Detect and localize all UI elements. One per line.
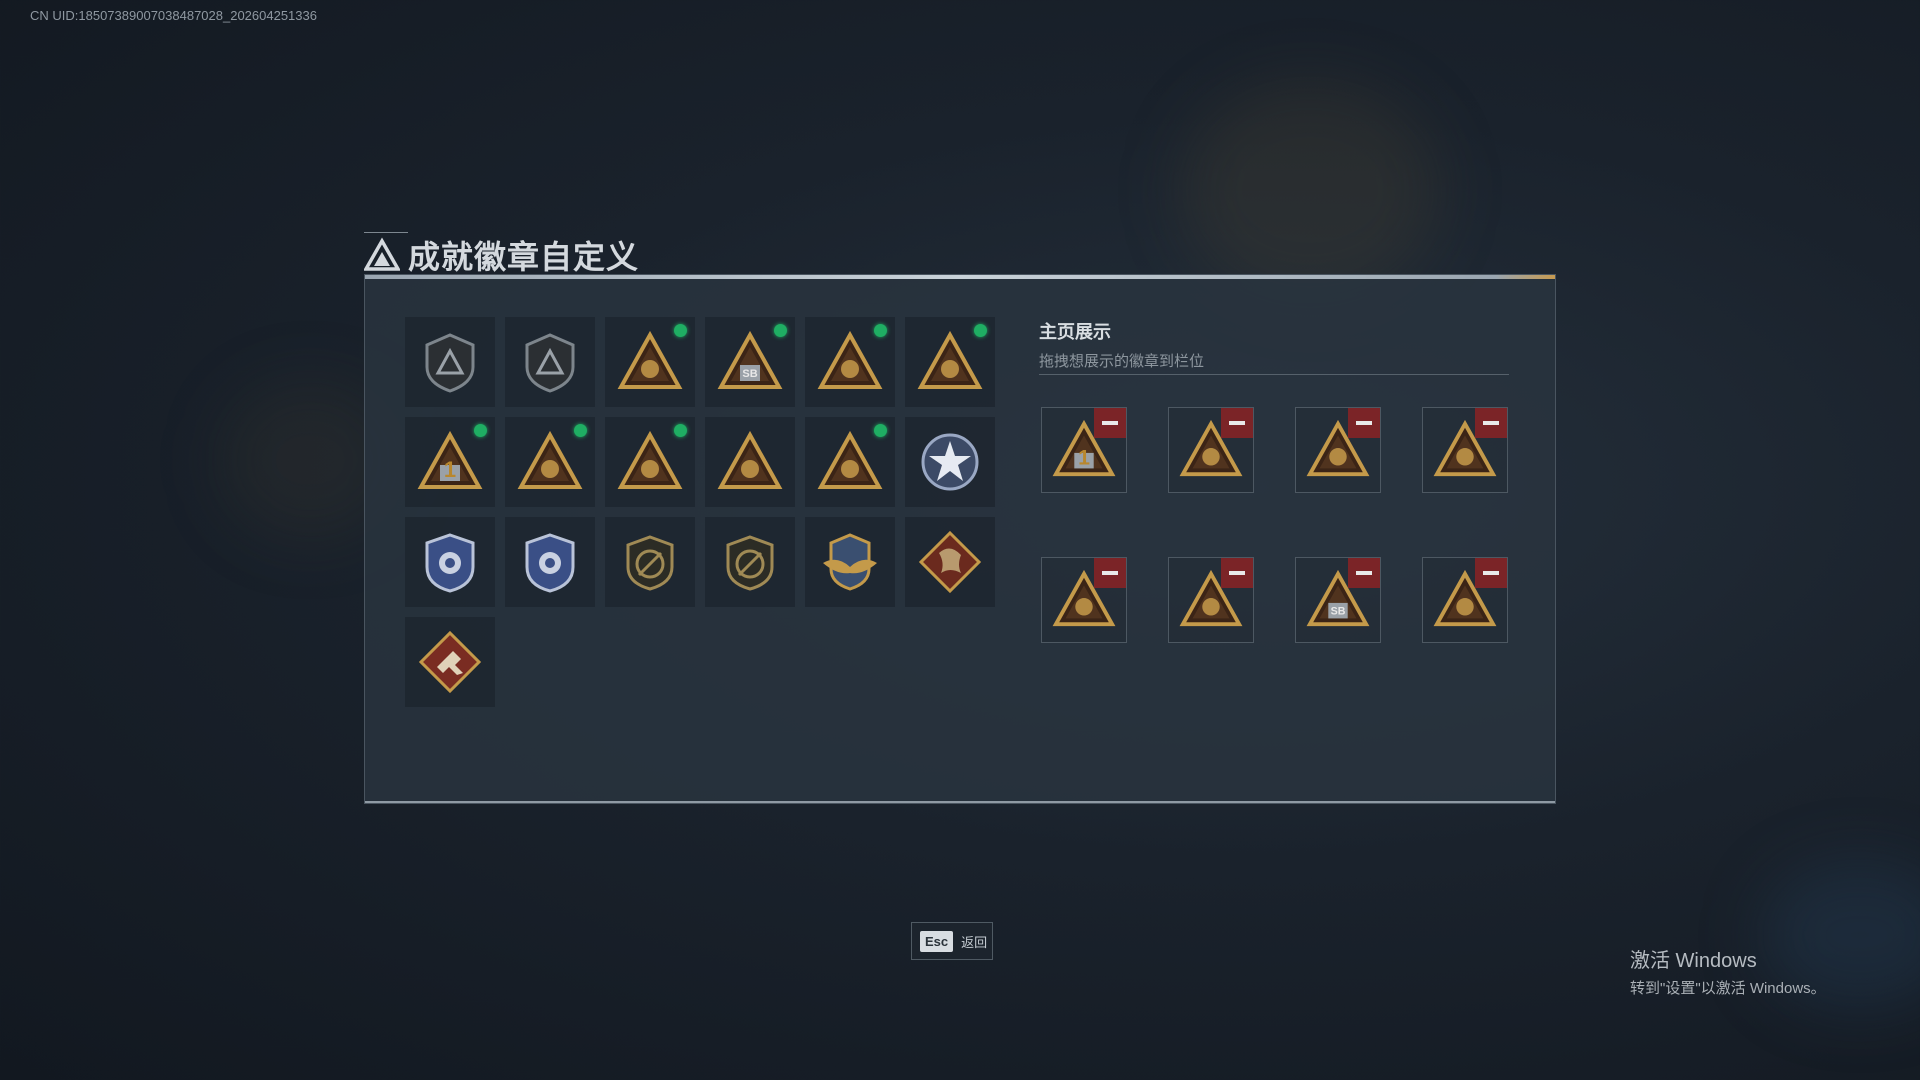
rocket-triangle-icon [817,430,883,489]
uid-text: CN UID:1850738900703848​7028_20260425133… [30,8,317,23]
new-indicator-dot [874,424,887,437]
svg-text:1: 1 [1078,446,1090,470]
display-slot[interactable] [1168,407,1254,493]
new-indicator-dot [574,424,587,437]
dragon-diamond-icon [918,530,982,594]
minus-icon [1356,421,1372,425]
minus-icon [1229,571,1245,575]
remove-badge-button[interactable] [1221,408,1253,438]
back-button[interactable]: Esc 返回 [911,922,993,960]
shield-triangle-emblem-icon [425,333,475,393]
minus-icon [1483,421,1499,425]
soldier-rifles-triangle-icon [817,330,883,389]
watermark-line-1: 激活 Windows [1630,950,1757,972]
badge-cell[interactable] [505,417,595,507]
page-title: 成就徽章自定义 [408,239,640,275]
display-slot[interactable]: 1 [1041,407,1127,493]
blue-eagle-shield-icon [525,533,575,593]
badge-inventory-grid: SB 1 [405,317,995,707]
remove-badge-button[interactable] [1348,558,1380,588]
new-indicator-dot [674,324,687,337]
back-label: 返回 [961,934,988,950]
new-indicator-dot [874,324,887,337]
badge-cell[interactable] [805,417,895,507]
badge-cell[interactable] [405,517,495,607]
homepage-display-header: 主页展示 拖拽想展示的徽章到栏位 [1039,318,1204,371]
badge-cell[interactable] [905,417,995,507]
badge-customize-panel: SB 1 主页展示 拖拽想展示的徽章到栏位 1 SB [364,274,1556,804]
badge-cell[interactable] [705,517,795,607]
svg-text:SB: SB [742,368,757,380]
lion-wreath-triangle-icon [617,430,683,489]
badge-cell[interactable] [905,517,995,607]
operators-group-triangle-icon [717,430,783,489]
remove-badge-button[interactable] [1475,558,1507,588]
remove-badge-button[interactable] [1094,408,1126,438]
badge-cell[interactable] [605,417,695,507]
watermark-line-2: 转到"设置"以激活 Windows。 [1630,980,1826,997]
new-indicator-dot [674,424,687,437]
header-tick [364,232,408,233]
svg-text:1: 1 [444,457,456,482]
badge-cell[interactable] [605,317,695,407]
display-slot[interactable]: SB [1295,557,1381,643]
page-header: 成就徽章自定义 [364,232,639,278]
runner-diamond-icon [418,630,482,694]
badge-cell[interactable] [405,617,495,707]
minus-icon [1102,571,1118,575]
display-title: 主页展示 [1039,322,1111,342]
panel-bottom-line [365,801,1555,803]
badge-cell[interactable] [505,517,595,607]
esc-key-hint: Esc [920,930,954,952]
delta-logo-icon [364,237,400,271]
badge-cell[interactable]: 1 [405,417,495,507]
minus-icon [1483,571,1499,575]
remove-badge-button[interactable] [1475,408,1507,438]
display-slot[interactable] [1041,557,1127,643]
minus-icon [1356,571,1372,575]
badge-cell[interactable] [805,317,895,407]
background-glow [1180,80,1440,300]
helicopter-shield-icon [525,333,575,393]
new-indicator-dot [774,324,787,337]
display-slot[interactable] [1168,557,1254,643]
star-wreath-medal-icon [921,433,979,491]
blue-police-shield-icon [425,533,475,593]
number-one-triangle-icon: 1 [417,430,483,489]
badge-cell[interactable] [605,517,695,607]
sb-box-triangle-icon: SB [717,330,783,389]
display-subtitle: 拖拽想展示的徽章到栏位 [1039,353,1205,370]
new-indicator-dot [974,324,987,337]
display-slots: 1 SB [1041,407,1508,643]
pistol-crossed-shield-icon [726,535,774,591]
bullet-triangle-icon [517,430,583,489]
rifle-crossed-shield-icon [626,535,674,591]
minus-icon [1102,421,1118,425]
badge-cell[interactable] [705,417,795,507]
remove-badge-button[interactable] [1221,558,1253,588]
display-slot[interactable] [1422,557,1508,643]
badge-cell[interactable]: SB [705,317,795,407]
minus-icon [1229,421,1245,425]
remove-badge-button[interactable] [1348,408,1380,438]
badge-cell[interactable] [805,517,895,607]
svg-text:SB: SB [1331,606,1346,618]
display-slot[interactable] [1295,407,1381,493]
badge-cell[interactable] [405,317,495,407]
panel-top-bar [365,275,1555,279]
new-indicator-dot [474,424,487,437]
display-divider [1039,374,1509,375]
helmet-wings-triangle-icon [917,330,983,389]
display-slot[interactable] [1422,407,1508,493]
windows-activation-watermark: 激活 Windows 转到"设置"以激活 Windows。 [1630,944,1826,998]
badge-cell[interactable] [905,317,995,407]
badge-cell[interactable] [505,317,595,407]
remove-badge-button[interactable] [1094,558,1126,588]
gold-winged-crest-icon [823,533,877,591]
supply-pack-triangle-icon [617,330,683,389]
